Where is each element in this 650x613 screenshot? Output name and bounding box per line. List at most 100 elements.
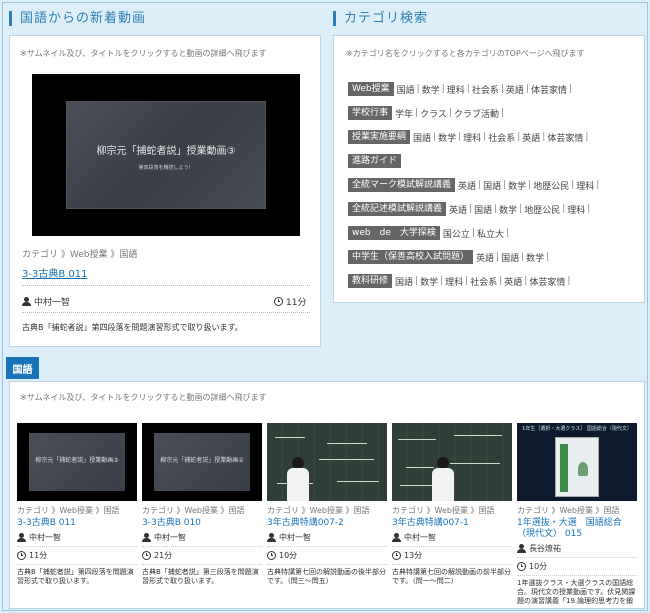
card-breadcrumb[interactable]: カテゴリ 》Web授業 》国語 xyxy=(17,505,137,516)
category-sub-link[interactable]: 体芸家情 xyxy=(529,275,565,288)
category-sub-link[interactable]: 英語 xyxy=(504,275,522,288)
category-sub-link[interactable]: 国語 xyxy=(474,203,492,216)
card-duration: 21分 xyxy=(142,547,262,565)
category-row: 全統マーク模試解説講義 英語 | 国語 | 数学 | 地歴公民 | 理科 | xyxy=(348,178,601,192)
separator: | xyxy=(496,252,500,262)
category-sub-link[interactable]: 国語 xyxy=(413,131,431,144)
author-name: 中村一智 xyxy=(34,298,71,308)
video-thumbnail[interactable]: 柳宗元「捕蛇者説」授業動画③ xyxy=(17,423,137,501)
category-sub-link[interactable]: 社会系 xyxy=(470,275,497,288)
separator: | xyxy=(469,204,473,214)
category-sub-link[interactable]: 国語 xyxy=(397,83,415,96)
category-sub-link[interactable]: 社会系 xyxy=(472,83,499,96)
category-sub-link[interactable]: 地歴公民 xyxy=(524,203,560,216)
category-head-link[interactable]: 教科研修 xyxy=(348,274,393,288)
person-icon xyxy=(22,297,31,306)
separator: | xyxy=(568,84,572,94)
card-title[interactable]: 3-3古典B 010 xyxy=(142,518,262,529)
divider xyxy=(22,312,310,313)
category-head-link[interactable]: web de 大学探検 xyxy=(348,226,440,240)
category-sub-link[interactable]: 体芸家情 xyxy=(531,83,567,96)
category-head-link[interactable]: 全統マーク模試解説講義 xyxy=(348,178,456,192)
video-thumbnail[interactable] xyxy=(267,423,387,501)
category-sub-link[interactable]: 英語 xyxy=(522,131,540,144)
category-row: 教科研修 国語 | 数学 | 理科 | 社会系 | 英語 | 体芸家情 | xyxy=(348,274,572,288)
category-sub-link[interactable]: 学年 xyxy=(395,107,413,120)
category-sub-link[interactable]: 国語 xyxy=(395,275,413,288)
separator: | xyxy=(505,228,509,238)
category-sub-link[interactable]: 数学 xyxy=(422,83,440,96)
separator: | xyxy=(500,84,504,94)
card-duration: 10分 xyxy=(267,547,387,565)
category-sub-link[interactable]: クラス xyxy=(420,107,447,120)
category-sub-link[interactable]: 数学 xyxy=(526,251,544,264)
video-thumbnail[interactable] xyxy=(392,423,512,501)
separator: | xyxy=(478,180,482,190)
separator: | xyxy=(587,204,591,214)
category-sub-link[interactable]: 国語 xyxy=(501,251,519,264)
divider xyxy=(22,285,310,286)
category-sub-link[interactable]: 英語 xyxy=(476,251,494,264)
category-head-link[interactable]: Web授業 xyxy=(348,82,394,96)
clock-icon xyxy=(517,562,526,571)
category-head-link[interactable]: 進路ガイド xyxy=(348,154,402,168)
card-breadcrumb[interactable]: カテゴリ 》Web授業 》国語 xyxy=(517,505,637,516)
separator: | xyxy=(571,180,575,190)
chalkboard: 柳宗元「捕蛇者説」授業動画③ 第四段落を精読しよう！ xyxy=(66,101,266,209)
category-sub-link[interactable]: 理科 xyxy=(567,203,585,216)
category-sub-link[interactable]: 理科 xyxy=(576,179,594,192)
separator: | xyxy=(440,276,444,286)
category-sub-link[interactable]: 地歴公民 xyxy=(533,179,569,192)
card-breadcrumb[interactable]: カテゴリ 》Web授業 》国語 xyxy=(392,505,512,516)
category-sub-link[interactable]: 社会系 xyxy=(488,131,515,144)
featured-video-title[interactable]: 3-3古典B 011 xyxy=(22,265,87,280)
separator: | xyxy=(596,180,600,190)
clock-icon xyxy=(392,551,401,560)
card-title[interactable]: 3-3古典B 011 xyxy=(17,518,137,529)
category-sub-link[interactable]: 数学 xyxy=(420,275,438,288)
category-sub-link[interactable]: 理科 xyxy=(463,131,481,144)
duration-text: 11分 xyxy=(286,298,307,308)
person-icon xyxy=(17,533,26,542)
category-sub-link[interactable]: 英語 xyxy=(506,83,524,96)
teacher-figure xyxy=(287,457,309,501)
category-sub-link[interactable]: 数学 xyxy=(438,131,456,144)
category-head-link[interactable]: 全統記述模試解説講義 xyxy=(348,202,447,216)
card-breadcrumb[interactable]: カテゴリ 》Web授業 》国語 xyxy=(142,505,262,516)
card-author: 長谷燎祐 xyxy=(517,540,637,558)
separator: | xyxy=(503,180,507,190)
category-head-link[interactable]: 学校行事 xyxy=(348,106,393,120)
category-sub-link[interactable]: 英語 xyxy=(449,203,467,216)
card-title[interactable]: 3年古典特講007-1 xyxy=(392,518,512,529)
person-icon xyxy=(392,533,401,542)
separator: | xyxy=(441,84,445,94)
category-row: Web授業 国語 | 数学 | 理科 | 社会系 | 英語 | 体芸家情 | xyxy=(348,82,574,96)
category-sub-link[interactable]: 数学 xyxy=(499,203,517,216)
card-breadcrumb[interactable]: カテゴリ 》Web授業 》国語 xyxy=(267,505,387,516)
category-sub-link[interactable]: 理科 xyxy=(447,83,465,96)
category-sub-link[interactable]: 数学 xyxy=(508,179,526,192)
category-sub-link[interactable]: 国公立 xyxy=(443,227,470,240)
card-title[interactable]: 3年古典特講007-2 xyxy=(267,518,387,529)
category-sub-link[interactable]: クラブ活動 xyxy=(454,107,499,120)
card-description: 1年選抜クラス・大選クラスの国語総合。現代文の授業動画です。伏見関課題の演習講義… xyxy=(517,579,636,605)
tab-kokugo[interactable]: 国語 xyxy=(6,357,39,379)
card-duration: 13分 xyxy=(392,547,512,565)
category-head-link[interactable]: 中学生（保善高校入試問題） xyxy=(348,250,474,264)
category-sub-link[interactable]: 私立大 xyxy=(477,227,504,240)
category-row: web de 大学探検 国公立 | 私立大 | xyxy=(348,226,511,240)
separator: | xyxy=(500,108,505,118)
book-cover xyxy=(555,437,599,497)
category-sub-link[interactable]: 英語 xyxy=(458,179,476,192)
person-icon xyxy=(517,544,526,553)
video-thumbnail[interactable]: 柳宗元「捕蛇者説」授業動画② xyxy=(142,423,262,501)
featured-breadcrumb[interactable]: カテゴリ 》Web授業 》国語 xyxy=(22,247,137,260)
category-sub-link[interactable]: 国語 xyxy=(483,179,501,192)
card-title[interactable]: 1年選抜・大選 国語総合（現代文） 015 xyxy=(517,518,637,540)
featured-video-thumbnail[interactable]: 柳宗元「捕蛇者説」授業動画③ 第四段落を精読しよう！ xyxy=(32,74,300,236)
category-head-link[interactable]: 授業実施要綱 xyxy=(348,130,411,144)
video-thumbnail[interactable]: 1年生［選択・大選クラス］ 国語総合（現代文） xyxy=(517,423,637,501)
category-sub-link[interactable]: 理科 xyxy=(445,275,463,288)
clock-icon xyxy=(142,551,151,560)
category-sub-link[interactable]: 体芸家情 xyxy=(547,131,583,144)
